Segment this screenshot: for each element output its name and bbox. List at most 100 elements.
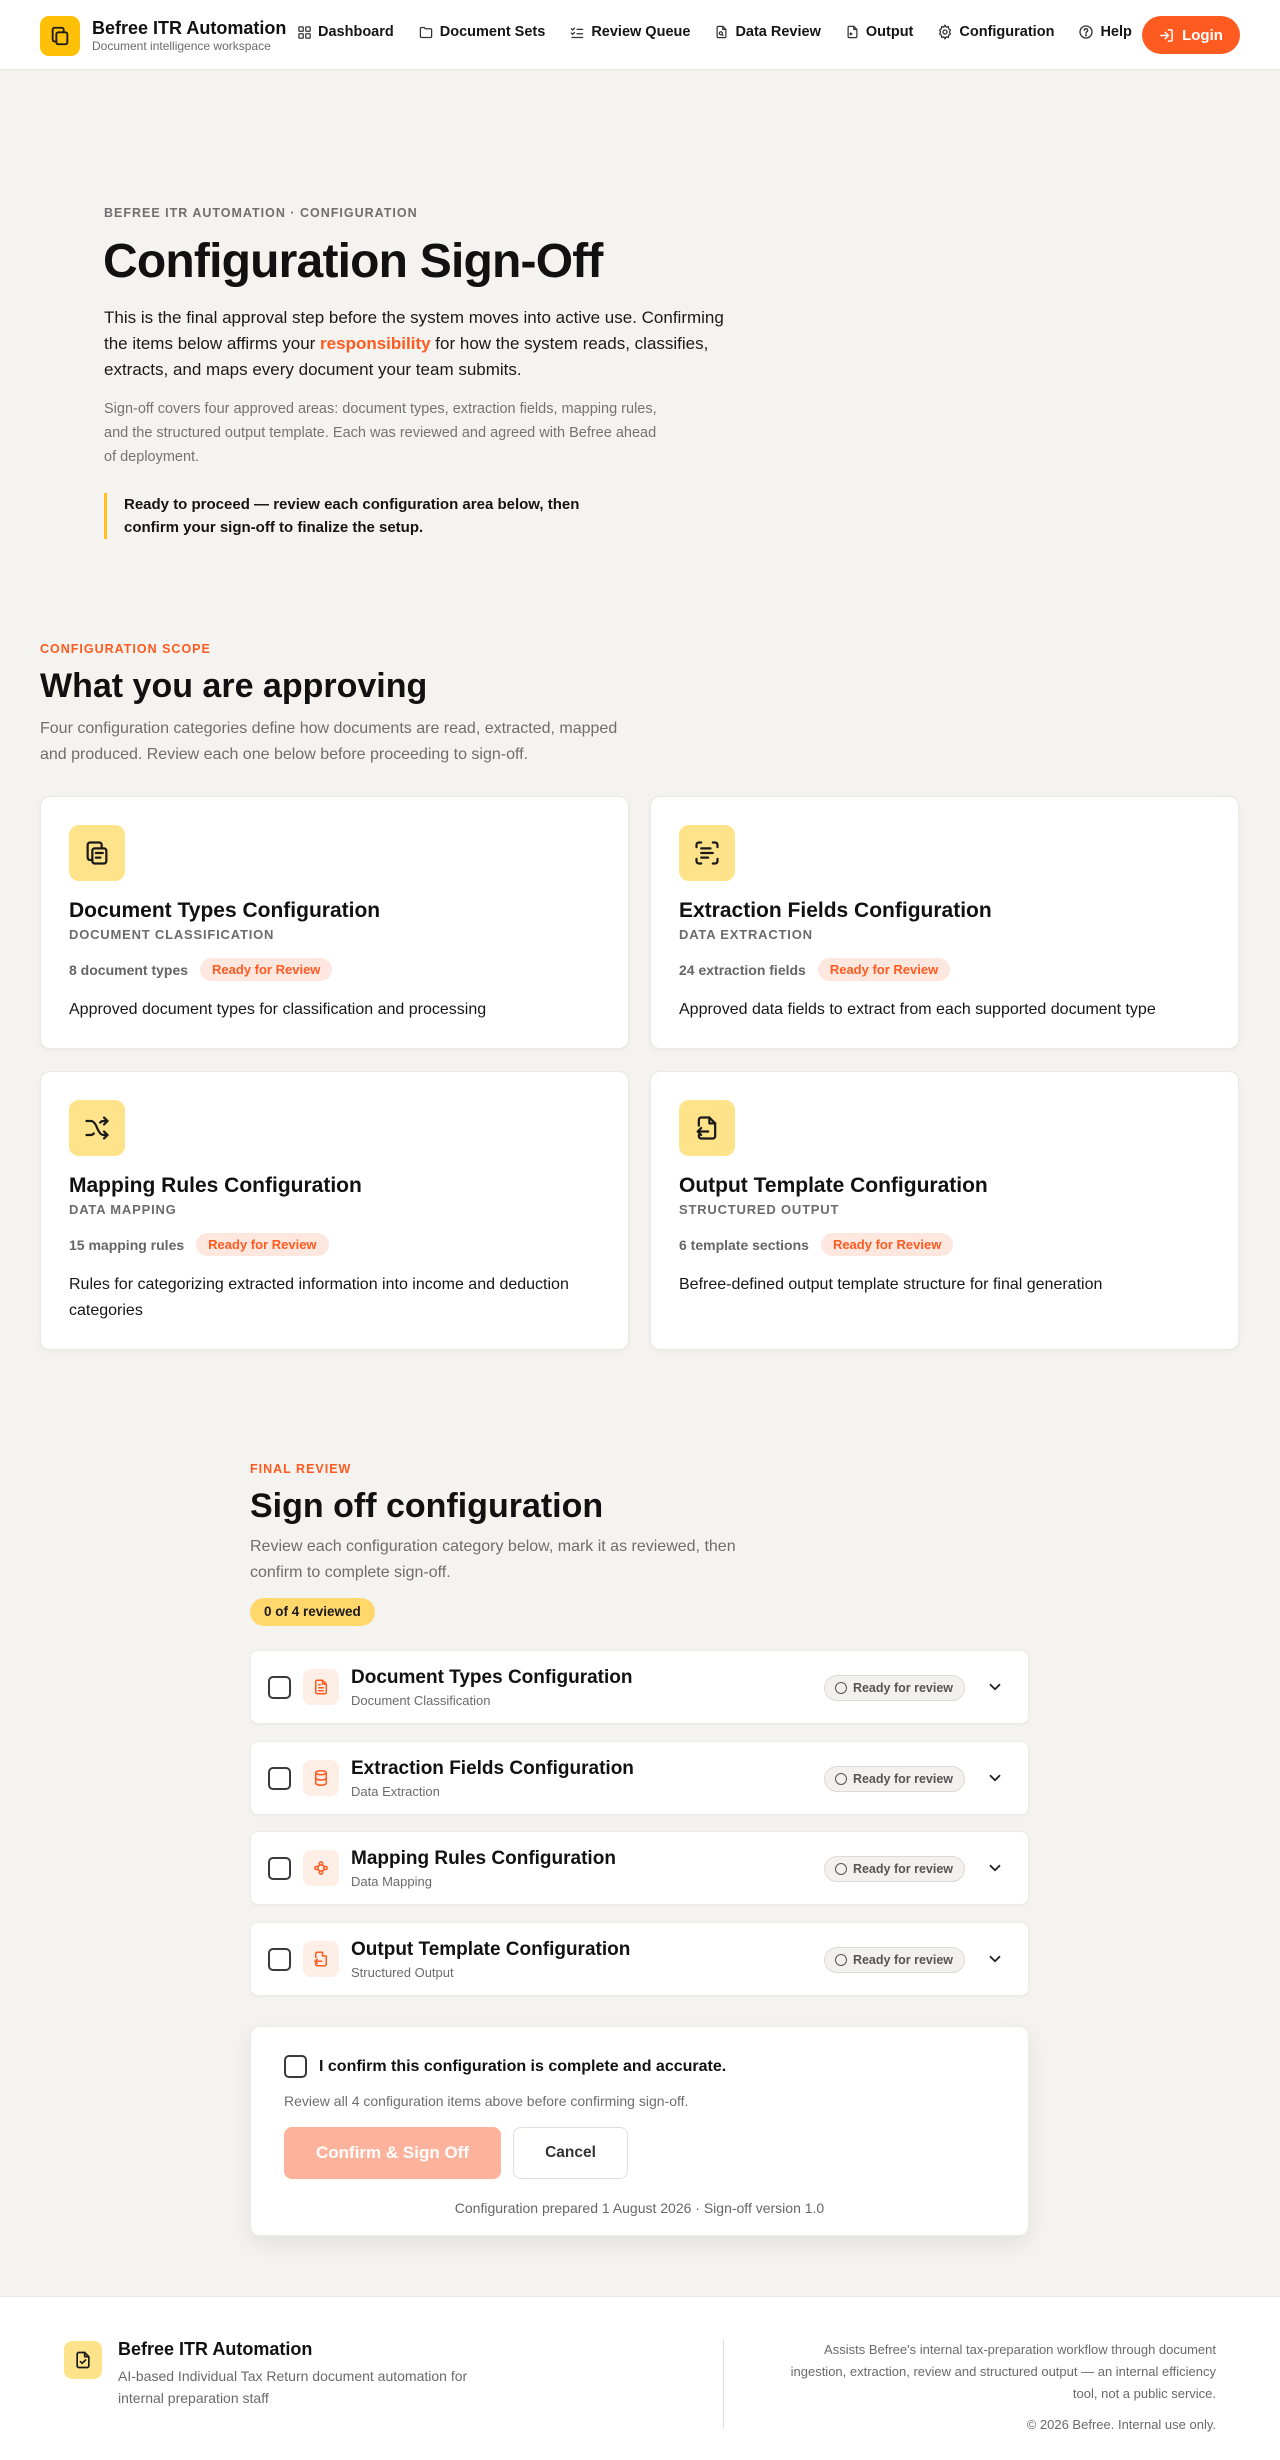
file-output-icon [679, 1100, 735, 1156]
hero-lead: This is the final approval step before t… [104, 305, 744, 383]
review-row-extraction-fields[interactable]: Extraction Fields Configuration Data Ext… [250, 1741, 1029, 1815]
grid-icon [298, 25, 311, 39]
scope-description: Four configuration categories define how… [40, 720, 618, 763]
footer-description: AI-based Individual Tax Return document … [118, 2368, 468, 2406]
nav-label: Help [1100, 24, 1132, 40]
card-subtitle: DATA EXTRACTION [679, 927, 813, 942]
database-icon [303, 1760, 339, 1796]
nav-review-queue[interactable]: Review Queue [569, 24, 690, 40]
brand[interactable]: Befree ITR Automation Document intellige… [40, 16, 286, 56]
chevron-down-icon[interactable] [986, 1678, 1004, 1696]
status-label: Ready for review [852, 1953, 953, 1967]
brand-logo-icon [40, 16, 80, 56]
footer-divider [723, 2339, 724, 2429]
footer-title: Befree ITR Automation [118, 2339, 313, 2359]
review-row-document-types[interactable]: Document Types Configuration Document Cl… [250, 1650, 1029, 1724]
cancel-button[interactable]: Cancel [513, 2127, 628, 2179]
card-subtitle: DATA MAPPING [69, 1202, 177, 1217]
status-badge: Ready for Review [200, 958, 333, 981]
nav-label: Configuration [959, 24, 1055, 40]
nav-label: Review Queue [591, 24, 691, 40]
status-badge: Ready for Review [196, 1233, 329, 1256]
review-title: Sign off configuration [250, 1487, 604, 1525]
card-title: Output Template Configuration [679, 1174, 988, 1197]
review-item-title: Document Types Configuration [351, 1667, 633, 1688]
card-description: Befree-defined output template structure… [679, 1276, 1103, 1293]
card-count: 8 document types [69, 961, 189, 978]
review-checkbox[interactable] [268, 1948, 291, 1971]
workflow-icon [303, 1850, 339, 1886]
nav-label: Document Sets [439, 24, 546, 40]
card-count: 24 extraction fields [679, 961, 806, 978]
review-checkbox[interactable] [268, 1676, 291, 1699]
confirm-sign-off-button[interactable]: Confirm & Sign Off [284, 2127, 501, 2179]
review-item-title: Extraction Fields Configuration [351, 1758, 634, 1779]
review-item-subtitle: Structured Output [351, 1965, 454, 1980]
status-badge: Ready for review [823, 1947, 965, 1973]
scope-title: What you are approving [40, 667, 428, 705]
review-item-subtitle: Data Extraction [351, 1784, 440, 1799]
review-eyebrow: FINAL REVIEW [250, 1462, 352, 1476]
top-navigation-bar: Befree ITR Automation Document intellige… [0, 0, 1280, 70]
page-title: Configuration Sign-Off [103, 235, 603, 288]
card-description: Approved document types for classificati… [69, 1001, 487, 1018]
nav-document-sets[interactable]: Document Sets [418, 24, 546, 40]
card-subtitle: STRUCTURED OUTPUT [679, 1202, 840, 1217]
confirm-panel: I confirm this configuration is complete… [250, 2026, 1029, 2236]
nav-dashboard[interactable]: Dashboard [297, 24, 394, 40]
status-badge: Ready for Review [817, 958, 951, 981]
responsibility-highlight: responsibility [320, 334, 431, 353]
review-row-mapping-rules[interactable]: Mapping Rules Configuration Data Mapping… [250, 1831, 1029, 1905]
card-description: Rules for categorizing extracted informa… [69, 1276, 569, 1319]
status-badge: Ready for review [823, 1766, 965, 1792]
card-document-types: Document Types Configuration DOCUMENT CL… [40, 796, 629, 1049]
chevron-down-icon[interactable] [986, 1950, 1004, 1968]
confirm-label[interactable]: I confirm this configuration is complete… [319, 2058, 726, 2076]
file-text-icon [303, 1669, 339, 1705]
circle-icon [834, 1682, 847, 1694]
nav-help[interactable]: Help [1078, 24, 1132, 40]
confirm-checkbox[interactable] [284, 2055, 307, 2078]
status-label: Ready for review [852, 1862, 953, 1876]
chevron-down-icon[interactable] [986, 1769, 1004, 1787]
hero-section: BEFREE ITR AUTOMATION · CONFIGURATION Co… [0, 70, 1280, 540]
configuration-scope-section: CONFIGURATION SCOPE What you are approvi… [0, 540, 1280, 1366]
circle-icon [834, 1954, 847, 1966]
review-checkbox[interactable] [268, 1857, 291, 1880]
status-badge: Ready for review [823, 1675, 965, 1701]
brand-title: Befree ITR Automation [92, 18, 287, 38]
login-button[interactable]: Login [1142, 16, 1240, 54]
card-meta: 24 extraction fields Ready for Review [679, 958, 1210, 981]
review-item-subtitle: Data Mapping [351, 1874, 432, 1889]
footer-logo-icon [64, 2341, 102, 2379]
nav-label: Data Review [735, 24, 821, 40]
review-item-subtitle: Document Classification [351, 1693, 491, 1708]
file-export-icon [847, 25, 858, 39]
scan-text-icon [679, 825, 735, 881]
card-meta: 8 document types Ready for Review [69, 958, 600, 981]
chevron-down-icon[interactable] [986, 1859, 1004, 1877]
status-label: Ready for review [852, 1681, 953, 1695]
documents-copy-icon [69, 825, 125, 881]
checklist-icon [571, 27, 584, 38]
card-count: 15 mapping rules [69, 1236, 185, 1253]
card-count: 6 template sections [679, 1236, 809, 1253]
nav-output[interactable]: Output [845, 24, 913, 40]
review-progress-badge: 0 of 4 reviewed [250, 1598, 375, 1626]
hero-note: Sign-off covers four approved areas: doc… [104, 401, 657, 465]
card-subtitle: DOCUMENT CLASSIFICATION [69, 927, 275, 942]
card-title: Extraction Fields Configuration [679, 899, 992, 922]
site-footer: Befree ITR Automation AI-based Individua… [0, 2296, 1280, 2460]
card-mapping-rules: Mapping Rules Configuration DATA MAPPING… [40, 1071, 629, 1350]
card-meta: 15 mapping rules Ready for Review [69, 1233, 600, 1256]
file-output-icon [303, 1941, 339, 1977]
confirm-note: Review all 4 configuration items above b… [284, 2093, 689, 2109]
circle-icon [834, 1863, 847, 1875]
help-circle-icon [1079, 25, 1094, 39]
card-title: Mapping Rules Configuration [69, 1174, 362, 1197]
nav-configuration[interactable]: Configuration [937, 24, 1054, 40]
card-description: Approved data fields to extract from eac… [679, 1001, 1156, 1018]
review-checkbox[interactable] [268, 1767, 291, 1790]
review-row-output-template[interactable]: Output Template Configuration Structured… [250, 1922, 1029, 1996]
nav-data-review[interactable]: Data Review [714, 24, 821, 40]
